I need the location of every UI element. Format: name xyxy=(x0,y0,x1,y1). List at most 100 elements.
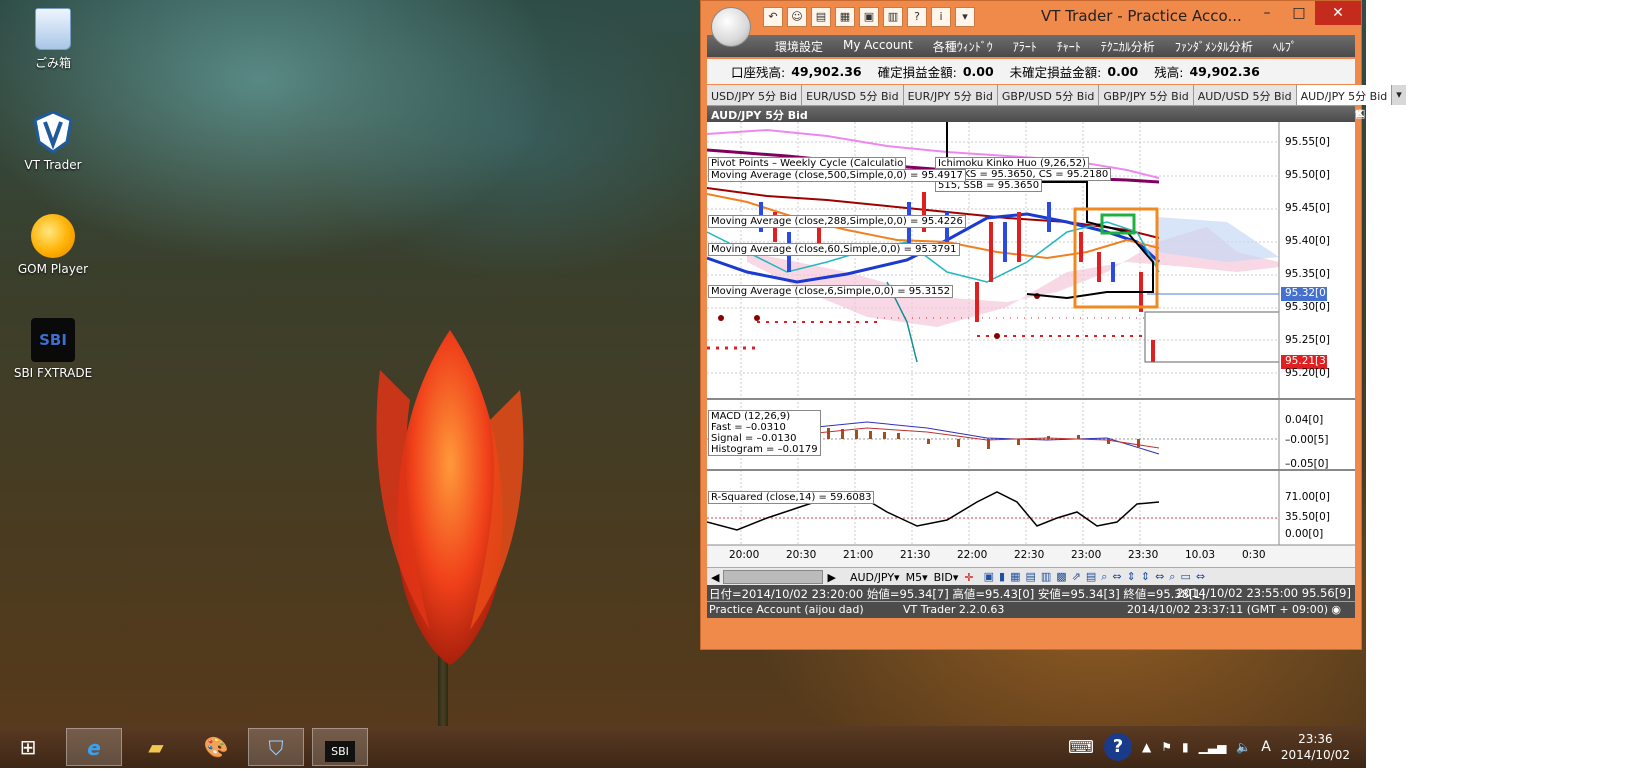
show-hidden-icons-button[interactable]: ▲ xyxy=(1142,740,1151,754)
desktop-icon-gom-player[interactable]: GOM Player xyxy=(8,214,98,276)
menu-technical-analysis[interactable]: ﾃｸﾆｶﾙ分析 xyxy=(1091,35,1165,57)
chart-header: AUD/JPY 5分 Bid ▾ ⊥ □ ✕ xyxy=(707,106,1365,122)
chart-window-icon[interactable]: ▦ xyxy=(835,7,855,27)
unrealized-pl-value: 0.00 xyxy=(1107,64,1139,79)
status-account: Practice Account (aijou dad) xyxy=(709,603,864,616)
keyboard-icon[interactable]: ⌨ xyxy=(1068,737,1094,758)
tulip-wallpaper-image xyxy=(376,330,524,665)
tab-eur-usd[interactable]: EUR/USD 5分 Bid xyxy=(802,85,904,105)
vt-trader-window: ↶ ☺ ▤ ▦ ▣ ▥ ? i ▾ VT Trader - Practice A… xyxy=(700,0,1406,650)
time-axis-label: 20:00 xyxy=(729,549,760,561)
last-price-label: 95.21[3] xyxy=(1285,355,1330,367)
start-button[interactable]: ⊞ xyxy=(0,728,56,766)
close-button[interactable]: ✕ xyxy=(1315,1,1361,25)
vt-trader-icon xyxy=(31,110,75,154)
taskbar-sbi-fxtrade[interactable]: SBI xyxy=(312,728,368,766)
chart-tools-icons[interactable]: ▣▮▦▤▥▩⇗▤⌕⇔⇕⇕⇔⌕▭⇔ xyxy=(984,570,1210,584)
price-axis-label: 95.25[0] xyxy=(1285,334,1330,346)
price-axis-label: 95.35[0] xyxy=(1285,268,1330,280)
price-type-select[interactable]: BID xyxy=(934,571,953,584)
menu-help[interactable]: ﾍﾙﾌﾟ xyxy=(1263,35,1307,57)
volume-icon[interactable]: 🔈 xyxy=(1236,740,1251,754)
chart-area[interactable]: Pivot Points – Weekly Cycle (Calculatio … xyxy=(706,122,1355,567)
menu-fundamental-analysis[interactable]: ﾌｧﾝﾀﾞﾒﾝﾀﾙ分析 xyxy=(1165,35,1263,57)
recycle-bin-icon xyxy=(35,8,71,50)
flag-icon[interactable]: ⚑ xyxy=(1161,740,1172,754)
desktop-icon-sbi-fxtrade[interactable]: SBI SBI FXTRADE xyxy=(8,318,98,380)
network-icon[interactable]: ▁▃▅ xyxy=(1199,740,1227,754)
price-axis-label: 95.40[0] xyxy=(1285,235,1330,247)
macd-histogram xyxy=(813,427,1140,449)
taskbar-vt-trader[interactable]: ⛉ xyxy=(248,728,304,766)
scroll-left-icon[interactable]: ◀ xyxy=(707,571,723,584)
macd-signal: Signal = –0.0130 xyxy=(711,433,797,444)
price-axis-label: 95.30[0] xyxy=(1285,301,1330,313)
users-icon[interactable]: ☺ xyxy=(787,7,807,27)
chart-close-icon[interactable]: ✕ xyxy=(1355,107,1368,120)
connection-icon: ◉ xyxy=(1331,603,1341,616)
ma6-label: Moving Average (close,6,Simple,0,0) = 95… xyxy=(708,285,954,298)
maximize-button[interactable]: □ xyxy=(1283,1,1315,25)
customize-dropdown-icon[interactable]: ▾ xyxy=(955,7,975,27)
tab-aud-jpy[interactable]: AUD/JPY 5分 Bid xyxy=(1296,85,1393,105)
desktop-icon-label: GOM Player xyxy=(17,262,89,276)
symbol-select[interactable]: AUD/JPY xyxy=(850,571,894,584)
order-icon[interactable]: ▤ xyxy=(811,7,831,27)
tab-gbp-jpy[interactable]: GBP/JPY 5分 Bid xyxy=(1099,85,1194,105)
time-axis-label: 20:30 xyxy=(786,549,817,561)
taskbar-internet-explorer[interactable]: e xyxy=(66,728,122,766)
desktop-icon-vt-trader[interactable]: VT Trader xyxy=(8,110,98,172)
help-circle-icon[interactable]: ? xyxy=(1104,733,1132,761)
menu-alerts[interactable]: ｱﾗｰﾄ xyxy=(1003,35,1047,57)
chart-scrollbar[interactable] xyxy=(723,570,824,584)
tab-gbp-usd[interactable]: GBP/USD 5分 Bid xyxy=(997,85,1100,105)
tab-eur-jpy[interactable]: EUR/JPY 5分 Bid xyxy=(903,85,998,105)
tab-overflow-icon[interactable]: ▾ xyxy=(1392,85,1406,105)
macd-label: MACD (12,26,9) Fast = –0.0310 Signal = –… xyxy=(708,410,821,456)
rsquared-axis-label: 0.00[0] xyxy=(1285,528,1324,540)
price-axis-label: 95.45[0] xyxy=(1285,202,1330,214)
menu-bar: 環境設定 My Account 各種ｳｨﾝﾄﾞｳ ｱﾗｰﾄ ﾁｬｰﾄ ﾃｸﾆｶﾙ… xyxy=(707,35,1355,57)
time-axis-label: 10.03 xyxy=(1185,549,1216,561)
desktop-icon-recycle-bin[interactable]: ごみ箱 xyxy=(8,8,98,71)
taskbar-file-explorer[interactable]: ▰ xyxy=(128,728,184,766)
folder-icon: ▰ xyxy=(148,735,164,759)
time-axis-label: 21:30 xyxy=(900,549,931,561)
window-title: VT Trader - Practice Acco... xyxy=(1041,7,1242,25)
paint-palette-icon: 🎨 xyxy=(203,735,229,759)
ime-indicator[interactable]: A xyxy=(1261,739,1271,755)
windows-logo-icon: ⊞ xyxy=(19,735,37,759)
title-bar[interactable]: ↶ ☺ ▤ ▦ ▣ ▥ ? i ▾ VT Trader - Practice A… xyxy=(701,1,1361,31)
chevron-down-icon: ▾ xyxy=(894,570,900,584)
menu-chart[interactable]: ﾁｬｰﾄ xyxy=(1047,35,1091,57)
scroll-right-icon[interactable]: ▶ xyxy=(823,571,839,584)
app-status-bar: Practice Account (aijou dad) VT Trader 2… xyxy=(707,602,1355,618)
crosshair-icon[interactable]: ✛ xyxy=(964,571,973,584)
clock-time: 23:36 xyxy=(1298,732,1333,746)
taskbar-paint[interactable]: 🎨 xyxy=(188,728,244,766)
status-version: VT Trader 2.2.0.63 xyxy=(903,603,1005,616)
internet-explorer-icon: e xyxy=(87,736,101,760)
menu-windows[interactable]: 各種ｳｨﾝﾄﾞｳ xyxy=(923,35,1003,57)
tab-aud-usd[interactable]: AUD/USD 5分 Bid xyxy=(1193,85,1297,105)
menu-settings[interactable]: 環境設定 xyxy=(765,35,833,57)
info-icon[interactable]: i xyxy=(931,7,951,27)
menu-my-account[interactable]: My Account xyxy=(833,35,923,57)
timeframe-select[interactable]: M5 xyxy=(906,571,923,584)
price-axis-label: 95.20[0] xyxy=(1285,367,1330,379)
window-layout-icon[interactable]: ▣ xyxy=(859,7,879,27)
tab-usd-jpy[interactable]: USD/JPY 5分 Bid xyxy=(707,85,803,105)
quick-access-toolbar: ↶ ☺ ▤ ▦ ▣ ▥ ? i ▾ xyxy=(763,7,975,27)
minimize-button[interactable]: – xyxy=(1251,1,1283,25)
status-time: 2014/10/02 23:37:11 (GMT + 09:00) xyxy=(1127,603,1329,616)
clock[interactable]: 23:36 2014/10/02 xyxy=(1281,731,1350,763)
rsquared-axis-label: 71.00[0] xyxy=(1285,491,1330,503)
battery-icon[interactable]: ▮ xyxy=(1182,740,1189,754)
app-logo-button[interactable] xyxy=(711,7,751,47)
ohlc-status-bar: 日付=2014/10/02 23:20:00 始値=95.34[7] 高値=95… xyxy=(707,585,1355,601)
help-icon[interactable]: ? xyxy=(907,7,927,27)
account-balance-bar: 口座残高: 49,902.36 確定損益金額: 0.00 未確定損益金額: 0.… xyxy=(707,59,1355,84)
undo-icon[interactable]: ↶ xyxy=(763,7,783,27)
report-icon[interactable]: ▥ xyxy=(883,7,903,27)
sbi-fxtrade-icon: SBI xyxy=(31,318,75,362)
